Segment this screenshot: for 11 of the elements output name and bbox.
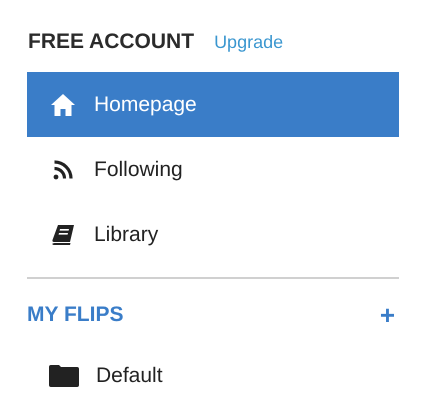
section-title: MY FLIPS (27, 303, 124, 327)
nav-item[interactable]: Library (27, 202, 399, 267)
rss-icon (53, 160, 73, 180)
home-icon (51, 94, 75, 116)
account-title: FREE ACCOUNT (28, 30, 194, 54)
folder-icon (49, 365, 79, 387)
add-button[interactable]: + (376, 300, 399, 330)
nav-item[interactable]: Following (27, 137, 399, 202)
book-icon (52, 224, 74, 244)
nav-item[interactable]: Homepage (27, 72, 399, 137)
flip-item[interactable]: Default (96, 364, 163, 388)
